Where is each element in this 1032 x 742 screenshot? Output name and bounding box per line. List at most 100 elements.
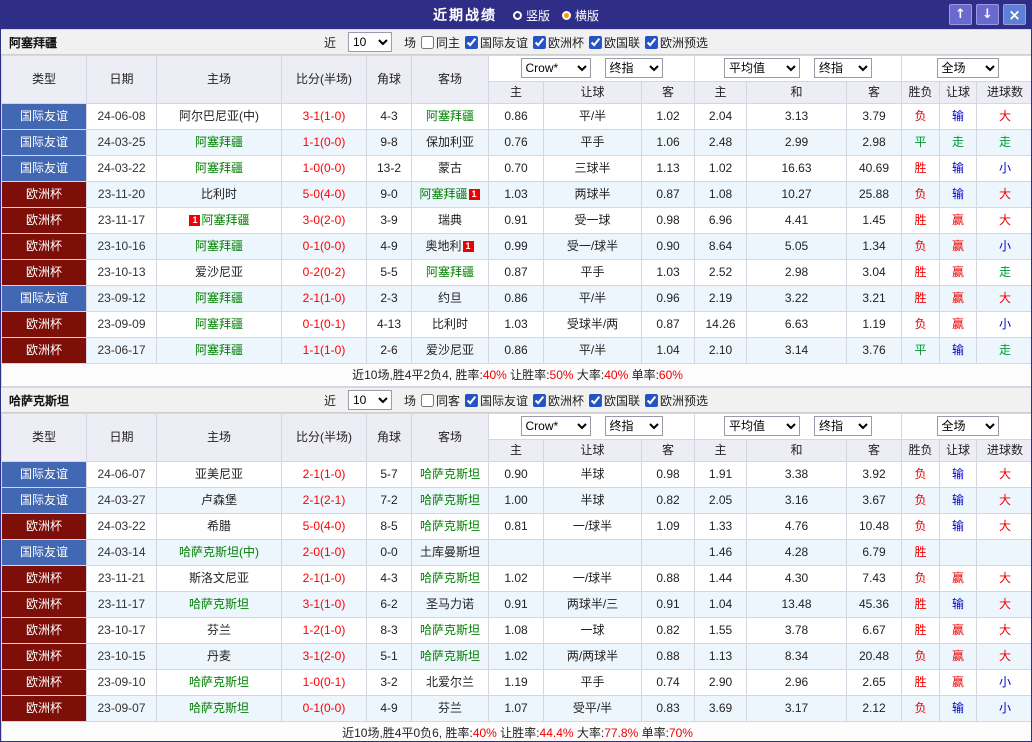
bookmaker-select[interactable]: Crow*	[521, 58, 591, 78]
league-badge: 国际友谊	[2, 488, 87, 514]
asian-home-odds: 0.87	[489, 260, 544, 286]
team-name-text: 约旦	[438, 291, 462, 305]
match-row: 欧洲杯23-10-17芬兰1-2(1-0)8-3哈萨克斯坦1.08一球0.821…	[2, 618, 1032, 644]
scope-select[interactable]: 全场	[937, 416, 999, 436]
corner-score: 9-0	[367, 182, 412, 208]
team-name-text: 爱沙尼亚	[195, 265, 243, 279]
match-row: 欧洲杯23-09-09阿塞拜疆0-1(0-1)4-13比利时1.03受球半/两0…	[2, 312, 1032, 338]
asian-home-odds	[489, 540, 544, 566]
asian-home-header: 主	[489, 440, 544, 462]
match-count-select[interactable]: 10	[348, 32, 392, 52]
league-checkbox-1[interactable]	[533, 36, 546, 49]
section-team-name: 哈萨克斯坦	[9, 392, 69, 409]
match-result: 胜	[902, 208, 940, 234]
league-badge: 国际友谊	[2, 462, 87, 488]
col-header-5: 客场	[412, 414, 489, 462]
home-team: 比利时	[157, 182, 282, 208]
league-filter-option-1[interactable]: 欧洲杯	[533, 392, 584, 409]
match-row: 欧洲杯23-11-17哈萨克斯坦3-1(1-0)6-2圣马力诺0.91两球半/三…	[2, 592, 1032, 618]
match-result: 平	[902, 338, 940, 364]
euro-away-odds: 1.34	[847, 234, 902, 260]
scroll-down-button[interactable]: ↓	[976, 4, 999, 25]
handicap-result: 走	[940, 130, 977, 156]
same-venue-checkbox[interactable]	[421, 394, 434, 407]
league-checkbox-0[interactable]	[465, 36, 478, 49]
league-filter-option-2[interactable]: 欧国联	[589, 392, 640, 409]
asian-odds-type-select[interactable]: 终指	[605, 416, 663, 436]
league-checkbox-2[interactable]	[589, 394, 602, 407]
league-badge: 国际友谊	[2, 540, 87, 566]
goals-result: 小	[977, 312, 1032, 338]
asian-home-odds: 1.02	[489, 644, 544, 670]
match-date: 24-03-25	[87, 130, 157, 156]
euro-away-odds: 3.92	[847, 462, 902, 488]
corner-score: 3-2	[367, 670, 412, 696]
same-venue-checkbox[interactable]	[421, 36, 434, 49]
asian-home-odds: 0.81	[489, 514, 544, 540]
scroll-up-button[interactable]: ↑	[949, 4, 972, 25]
asian-handicap: 平手	[544, 130, 642, 156]
team-name-text: 哈萨克斯坦(中)	[179, 545, 259, 559]
asian-home-odds: 1.07	[489, 696, 544, 722]
handicap-result: 输	[940, 182, 977, 208]
handicap-result: 赢	[940, 312, 977, 338]
league-checkbox-1[interactable]	[533, 394, 546, 407]
euro-odds-type-select[interactable]: 终指	[814, 416, 872, 436]
layout-vertical-option[interactable]: 竖版	[513, 7, 550, 24]
match-score: 0-1(0-0)	[282, 234, 367, 260]
euro-away-odds: 6.67	[847, 618, 902, 644]
asian-away-odds: 0.87	[642, 312, 695, 338]
asian-odds-type-select[interactable]: 终指	[605, 58, 663, 78]
team-name-text: 比利时	[201, 187, 237, 201]
match-count-select[interactable]: 10	[348, 390, 392, 410]
league-badge: 欧洲杯	[2, 566, 87, 592]
same-venue-option[interactable]: 同客	[421, 392, 460, 409]
asian-home-odds: 0.91	[489, 208, 544, 234]
euro-draw-odds: 16.63	[747, 156, 847, 182]
league-filter-option-0[interactable]: 国际友谊	[465, 392, 528, 409]
up-arrow-icon: ↑	[955, 7, 966, 22]
away-team: 阿塞拜疆	[412, 104, 489, 130]
scope-select[interactable]: 全场	[937, 58, 999, 78]
league-filter-option-2[interactable]: 欧国联	[589, 34, 640, 51]
asian-home-odds: 0.86	[489, 286, 544, 312]
euro-avg-select[interactable]: 平均值	[724, 416, 800, 436]
league-filter-option-3[interactable]: 欧洲预选	[645, 34, 708, 51]
window-title: 近期战绩	[433, 5, 497, 25]
away-team: 北爱尔兰	[412, 670, 489, 696]
away-team: 蒙古	[412, 156, 489, 182]
home-team: 爱沙尼亚	[157, 260, 282, 286]
bookmaker-select[interactable]: Crow*	[521, 416, 591, 436]
close-button[interactable]: ×	[1003, 4, 1026, 25]
summary-segment: 大率:	[574, 368, 605, 382]
games-label: 场	[404, 392, 416, 409]
league-filter-option-3[interactable]: 欧洲预选	[645, 392, 708, 409]
euro-home-odds: 1.46	[695, 540, 747, 566]
euro-avg-select[interactable]: 平均值	[724, 58, 800, 78]
layout-radio-group: 竖版 横版	[513, 7, 599, 24]
team-name-text: 卢森堡	[201, 493, 237, 507]
asian-home-odds: 1.19	[489, 670, 544, 696]
euro-draw-odds: 8.34	[747, 644, 847, 670]
handicap-result: 赢	[940, 208, 977, 234]
league-checkbox-0[interactable]	[465, 394, 478, 407]
section-header: 哈萨克斯坦近10场同客国际友谊欧洲杯欧国联欧洲预选	[1, 387, 1031, 413]
asian-home-odds: 0.76	[489, 130, 544, 156]
league-checkbox-3[interactable]	[645, 36, 658, 49]
match-date: 23-09-12	[87, 286, 157, 312]
asian-away-odds: 0.83	[642, 696, 695, 722]
team-name-text: 哈萨克斯坦	[420, 571, 480, 585]
league-filter-option-1[interactable]: 欧洲杯	[533, 34, 584, 51]
layout-horizontal-option[interactable]: 横版	[562, 7, 599, 24]
same-venue-option[interactable]: 同主	[421, 34, 460, 51]
match-score: 2-1(2-1)	[282, 488, 367, 514]
section-summary: 近10场,胜4平2负4, 胜率:40% 让胜率:50% 大率:40% 单率:60…	[2, 364, 1032, 387]
league-checkbox-2[interactable]	[589, 36, 602, 49]
match-score: 1-1(0-0)	[282, 130, 367, 156]
asian-handicap: 两/两球半	[544, 644, 642, 670]
league-filter-option-0[interactable]: 国际友谊	[465, 34, 528, 51]
match-score: 3-1(1-0)	[282, 592, 367, 618]
league-checkbox-3[interactable]	[645, 394, 658, 407]
goals-result: 走	[977, 260, 1032, 286]
euro-odds-type-select[interactable]: 终指	[814, 58, 872, 78]
